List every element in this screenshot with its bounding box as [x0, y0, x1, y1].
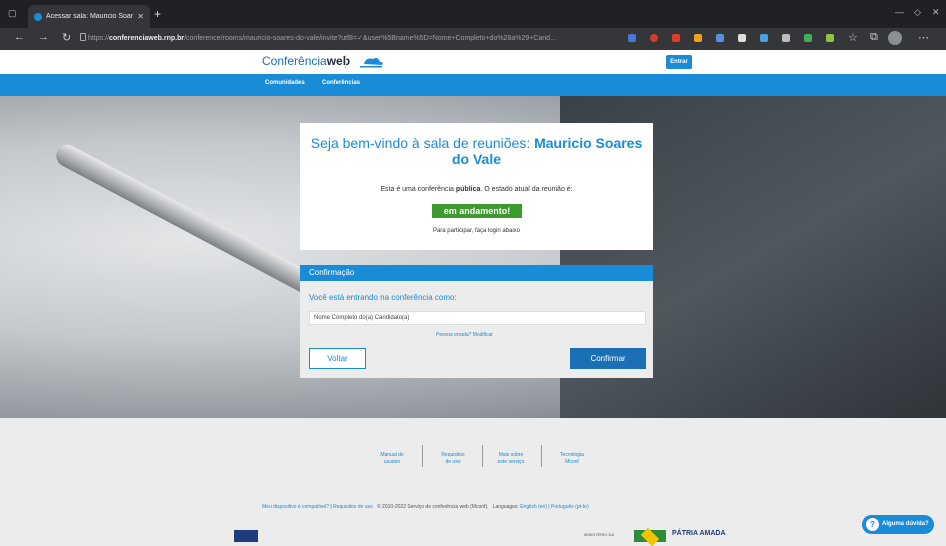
gov-logo-left: [234, 530, 258, 542]
url-field[interactable]: https://conferenciaweb.rnp.br/conference…: [88, 30, 608, 47]
footer-divider: [482, 445, 483, 467]
tab-favicon-icon: [34, 12, 42, 21]
requisitos-link[interactable]: Requisitos de uso: [333, 504, 373, 510]
confirmation-heading: Confirmação: [300, 265, 653, 281]
footer-link-sobre[interactable]: Mais sobre este serviço: [486, 452, 536, 466]
chat-bubble-icon: ?: [866, 518, 879, 531]
site-header: [0, 50, 946, 74]
avatar[interactable]: [888, 31, 902, 45]
languages-label: Languages:: [492, 504, 519, 510]
footer: [0, 418, 946, 542]
restore-icon[interactable]: ◇: [914, 7, 921, 18]
lang-en-link[interactable]: English (en): [520, 504, 547, 510]
rnp-logo-icon: [356, 55, 388, 69]
extension-icon[interactable]: [694, 34, 702, 42]
reload-icon[interactable]: ↻: [62, 31, 71, 44]
status-badge: em andamento!: [432, 204, 522, 218]
extension-icon[interactable]: [650, 34, 658, 42]
copyright-text: © 2010-2022 Serviço de conferência web (…: [376, 504, 489, 510]
tab-actions-icon[interactable]: ▢: [8, 8, 17, 19]
collections-icon[interactable]: ⧉: [870, 31, 878, 44]
nav-item-conferencias[interactable]: Conferências: [322, 80, 360, 86]
change-person-link[interactable]: Pessoa errada? Modificar: [436, 332, 493, 338]
footer-link-manual[interactable]: Manual do usuário: [367, 452, 417, 466]
confirmation-label: Você está entrando na conferência como:: [309, 293, 457, 302]
extension-icon[interactable]: [738, 34, 746, 42]
extension-icon[interactable]: [628, 34, 636, 42]
confirm-button[interactable]: Confirmar: [570, 348, 646, 369]
back-button[interactable]: Voltar: [309, 348, 366, 369]
new-tab-icon[interactable]: +: [154, 7, 161, 21]
tab-title: Acessar sala: Mauricio Soares do...: [46, 13, 134, 20]
welcome-title: Seja bem-vindo à sala de reuniões: Mauri…: [310, 135, 643, 167]
extension-icon[interactable]: [716, 34, 724, 42]
forward-icon[interactable]: →: [38, 31, 49, 43]
login-button[interactable]: Entrar: [666, 55, 692, 69]
footer-link-mconf[interactable]: Tecnologia Mconf: [547, 452, 597, 466]
gov-ministry-text: MINISTÉRIO DA: [584, 532, 615, 537]
conference-status-text: Esta é uma conferência pública. O estado…: [380, 186, 573, 193]
login-hint: Para participar, faça login abaixo: [432, 228, 521, 234]
close-window-icon[interactable]: ✕: [932, 7, 940, 18]
extension-icon[interactable]: [672, 34, 680, 42]
extension-icon[interactable]: [782, 34, 790, 42]
more-menu-icon[interactable]: ⋯: [918, 31, 929, 44]
back-icon[interactable]: ←: [14, 31, 25, 43]
favorites-icon[interactable]: ☆: [848, 31, 858, 44]
site-logo[interactable]: Conferênciaweb: [262, 54, 350, 68]
extension-icon[interactable]: [760, 34, 768, 42]
browser-tab[interactable]: Acessar sala: Mauricio Soares do... ✕: [28, 5, 150, 28]
name-field[interactable]: Nome Completo do(a) Candidato(a): [309, 311, 646, 325]
footer-divider: [541, 445, 542, 467]
extension-icon[interactable]: [826, 34, 834, 42]
footer-divider: [422, 445, 423, 467]
extension-icon[interactable]: [804, 34, 812, 42]
close-tab-icon[interactable]: ✕: [137, 12, 144, 21]
lock-icon[interactable]: [80, 33, 86, 41]
footer-link-requisitos[interactable]: Requisitos de uso: [428, 452, 478, 466]
logo-divider: [345, 55, 346, 69]
gov-slogan: PÁTRIA AMADA: [672, 530, 726, 537]
nav-item-comunidades[interactable]: Comunidades: [265, 80, 305, 86]
main-nav: [0, 74, 946, 96]
minimize-icon[interactable]: —: [895, 7, 904, 17]
compat-link[interactable]: Meu dispositivo é compatível?: [262, 504, 329, 510]
lang-pt-link[interactable]: Português (pt-br): [551, 504, 589, 510]
footer-info-line: Meu dispositivo é compatível? | Requisit…: [262, 504, 589, 510]
